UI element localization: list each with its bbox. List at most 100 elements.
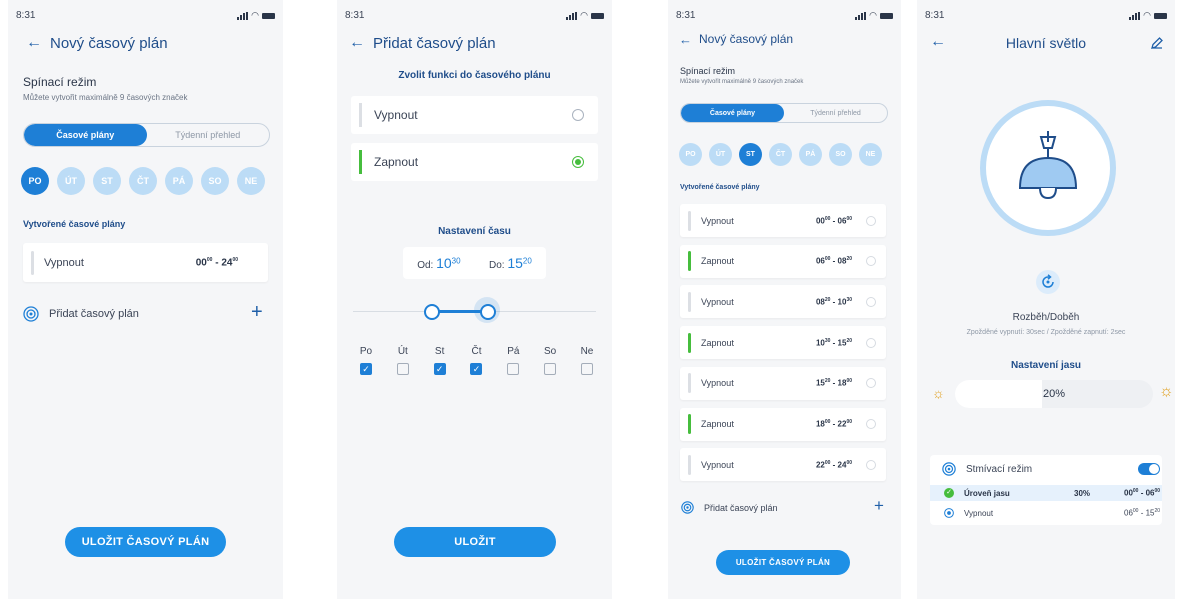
battery-icon [1154, 12, 1167, 19]
edit-icon[interactable] [1150, 36, 1164, 50]
tab-schedules[interactable]: Časové plány [24, 124, 147, 146]
time-to[interactable]: Do: 1520 [489, 255, 532, 271]
schedule-card[interactable]: Vypnout 0000 - 0600 [680, 204, 886, 237]
save-schedule-button[interactable]: ULOŽIT ČASOVÝ PLÁN [65, 527, 226, 557]
schedule-card[interactable]: Vypnout 0000 - 2400 [23, 243, 268, 282]
weekday-checkbox[interactable] [544, 363, 557, 375]
day-chip-6[interactable]: NE [237, 167, 265, 195]
day-chip-5[interactable]: SO [201, 167, 229, 195]
select-circle[interactable] [866, 215, 876, 226]
weekday-checkbox[interactable]: ✓ [360, 363, 372, 375]
schedule-card[interactable]: Vypnout 2200 - 2400 [680, 448, 886, 482]
select-circle[interactable] [866, 296, 876, 307]
add-schedule-label: Přidat časový plán [704, 502, 778, 513]
option-off[interactable]: Vypnout [351, 96, 598, 134]
schedule-time: 0000 - 0600 [815, 215, 852, 226]
weekday-item[interactable]: Po ✓ [354, 346, 378, 375]
tab-weekly-overview[interactable]: Týdenní přehled [147, 124, 270, 146]
select-circle[interactable] [866, 459, 876, 470]
target-icon [681, 501, 694, 514]
weekday-item[interactable]: St ✓ [428, 346, 452, 375]
status-time: 8:31 [345, 10, 365, 21]
select-circle[interactable] [866, 378, 876, 389]
status-bar: 8:31 ◠ [16, 10, 275, 24]
weekday-item[interactable]: So [538, 346, 562, 375]
select-circle[interactable] [866, 256, 876, 267]
weekday-checkbox[interactable] [507, 363, 520, 375]
schedule-time: 1520 - 1800 [815, 378, 852, 389]
back-arrow-icon[interactable]: ← [26, 34, 50, 52]
lamp-circle[interactable] [980, 100, 1116, 236]
weekday-checkbox[interactable]: ✓ [433, 363, 446, 375]
target-icon [23, 306, 39, 322]
pendant-lamp-icon [1018, 131, 1078, 200]
slider-handle-start[interactable] [424, 304, 440, 320]
radio-off[interactable] [572, 109, 584, 121]
select-circle[interactable] [866, 419, 876, 429]
day-chip-6[interactable]: NE [859, 143, 882, 166]
select-circle[interactable] [866, 337, 876, 348]
day-chip-3[interactable]: ČT [769, 143, 792, 166]
created-plans-label: Vytvořené časové plány [23, 219, 126, 229]
plus-icon[interactable]: + [874, 496, 884, 516]
weekday-item[interactable]: Út [391, 346, 415, 375]
weekday-item[interactable]: Pá [501, 346, 525, 375]
dim-mode-toggle[interactable] [1138, 463, 1160, 475]
screen-main-light: 8:31 ◠ ← Hlavní světlo Rozběh/Doběh Zpož… [917, 0, 1175, 599]
weekday-checkbox[interactable] [580, 363, 593, 375]
save-button[interactable]: ULOŽIT [394, 527, 556, 557]
dim-row[interactable]: ✓ Úroveň jasu 30% 0000 - 0600 [930, 485, 1162, 501]
dim-row-time: 0600 - 1520 [1124, 508, 1161, 518]
target-icon [944, 508, 954, 518]
back-arrow-icon[interactable]: ← [349, 34, 373, 52]
time-range-slider[interactable] [353, 297, 596, 324]
weekday-item[interactable]: Čt ✓ [464, 346, 488, 375]
page-title: Nový časový plán [699, 32, 794, 46]
schedule-card[interactable]: Zapnout 1030 - 1520 [680, 326, 886, 360]
add-schedule-row[interactable]: Přidat časový plán [681, 501, 778, 514]
dim-row[interactable]: Vypnout 0600 - 1520 [930, 505, 1162, 521]
day-chip-2[interactable]: ST [739, 143, 762, 166]
tab-schedules[interactable]: Časové plány [681, 104, 784, 122]
add-schedule-row[interactable]: Přidat časový plán [23, 306, 139, 322]
day-chip-4[interactable]: PÁ [165, 167, 193, 195]
radio-on[interactable] [572, 156, 584, 168]
battery-icon [262, 12, 275, 19]
wifi-icon: ◠ [580, 10, 588, 20]
weekday-checkbox[interactable] [396, 363, 409, 375]
time-range-box: Od: 1030 Do: 1520 [403, 247, 546, 279]
dim-row-name: Vypnout [964, 508, 994, 518]
day-chip-1[interactable]: ÚT [57, 167, 85, 195]
day-chip-2[interactable]: ST [93, 167, 121, 195]
ramp-button[interactable] [1036, 270, 1060, 294]
schedule-card[interactable]: Zapnout 0600 - 0820 [680, 244, 886, 278]
back-arrow-icon[interactable]: ← [679, 32, 699, 47]
schedule-name: Vypnout [701, 296, 734, 307]
option-on[interactable]: Zapnout [351, 143, 598, 181]
plus-icon[interactable]: + [251, 301, 263, 324]
schedule-card[interactable]: Zapnout 1800 - 2200 [680, 407, 886, 441]
save-schedule-button[interactable]: ULOŽIT ČASOVÝ PLÁN [716, 550, 850, 575]
view-toggle: Časové plány Týdenní přehled [23, 123, 270, 147]
schedule-card[interactable]: Vypnout 1520 - 1800 [680, 366, 886, 400]
weekday-label: Čt [471, 346, 482, 357]
day-chip-3[interactable]: ČT [129, 167, 157, 195]
weekday-item[interactable]: Ne [575, 346, 599, 375]
schedule-time: 0600 - 0820 [815, 256, 852, 267]
schedule-card[interactable]: Vypnout 0820 - 1030 [680, 285, 886, 319]
mode-heading: Spínací režim [23, 75, 97, 89]
schedule-name: Zapnout [701, 337, 735, 348]
day-chip-1[interactable]: ÚT [709, 143, 732, 166]
day-chip-4[interactable]: PÁ [799, 143, 822, 166]
time-from[interactable]: Od: 1030 [417, 255, 460, 271]
day-chip-5[interactable]: SO [829, 143, 852, 166]
add-schedule-label: Přidat časový plán [49, 308, 139, 320]
tab-weekly-overview[interactable]: Týdenní přehled [784, 104, 887, 122]
day-chip-0[interactable]: PO [21, 167, 49, 195]
weekday-checkboxes: Po ✓ Út St ✓ Čt ✓ Pá So Ne [354, 346, 599, 375]
slider-handle-end[interactable] [480, 304, 496, 320]
weekday-checkbox[interactable]: ✓ [470, 363, 483, 375]
day-chip-0[interactable]: PO [679, 143, 702, 166]
dim-panel: Stmívací režim ✓ Úroveň jasu 30% 0000 - … [930, 455, 1162, 525]
brightness-slider[interactable]: 20% [955, 380, 1153, 408]
